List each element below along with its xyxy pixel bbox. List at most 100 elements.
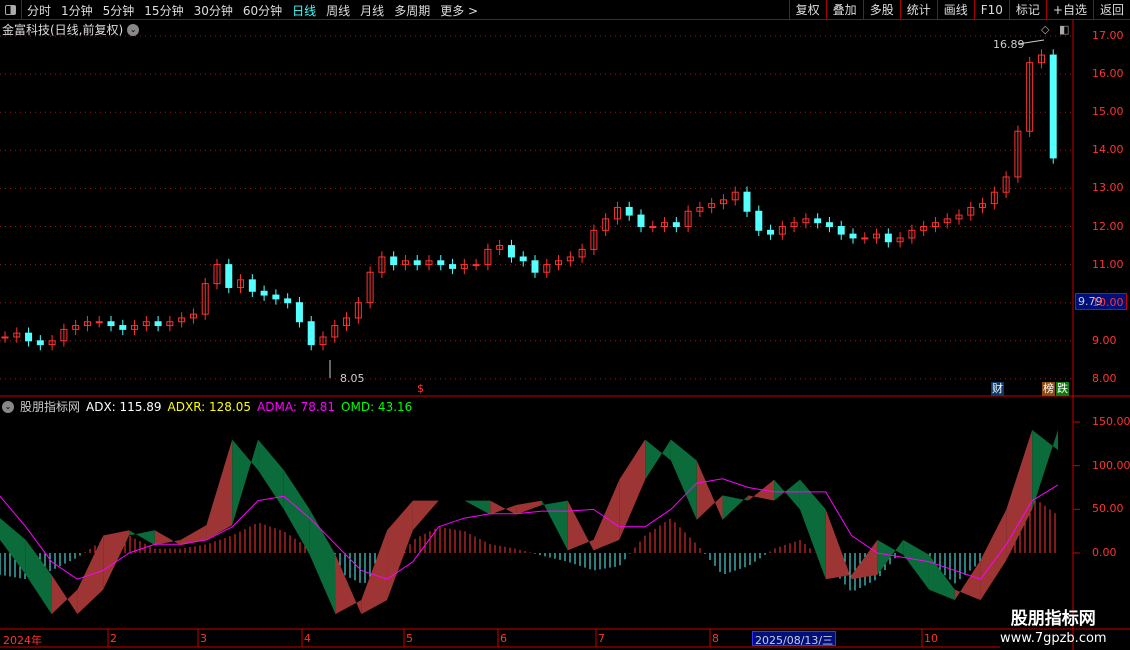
drop-tag[interactable]: 跌	[1056, 382, 1069, 396]
adx-band-segment	[696, 460, 723, 520]
time-axis-label: 5	[406, 632, 413, 645]
candle-down	[272, 294, 280, 300]
candle-down	[225, 264, 233, 288]
adma-value: ADMA: 78.81	[257, 399, 336, 414]
price-axis-label: 10.00	[1092, 295, 1124, 309]
adx-band-segment	[490, 500, 517, 515]
adx-band-segment	[412, 500, 439, 531]
adx-band-segment	[103, 530, 130, 590]
price-axis-label: 9.00	[1092, 333, 1117, 347]
crosshair-date: 2025/08/13/三	[752, 631, 837, 647]
adx-band-segment	[645, 439, 671, 480]
adx-band-segment	[154, 530, 181, 546]
price-axis-label: 15.00	[1092, 105, 1124, 119]
candle-down	[837, 226, 845, 235]
time-axis-label: 8	[712, 632, 719, 645]
chevron-down-icon[interactable]: ⌄	[2, 400, 14, 413]
adx-band-segment	[903, 539, 929, 590]
candle-up	[649, 226, 657, 228]
time-axis-label: 6	[500, 632, 507, 645]
indicator-axis-label: 100.00	[1092, 458, 1130, 472]
adx-band-segment	[206, 439, 233, 540]
price-axis-label: 12.00	[1092, 219, 1124, 233]
candle-down	[154, 321, 162, 327]
adx-band-segment	[774, 479, 800, 510]
time-axis-label: 7	[598, 632, 605, 645]
adx-band-segment	[799, 479, 826, 580]
finance-tag[interactable]: 财	[991, 382, 1004, 396]
adx-value: ADX: 115.89	[86, 399, 162, 414]
adx-band-segment	[980, 509, 1007, 601]
price-axis-label: 8.00	[1092, 371, 1117, 385]
candle-down	[437, 260, 445, 266]
candle-down	[743, 191, 751, 212]
indicator-axis-label: 50.00	[1092, 502, 1124, 516]
price-axis-label: 17.00	[1092, 29, 1124, 42]
event-marker[interactable]: $	[417, 382, 424, 395]
adx-band-segment	[335, 554, 362, 615]
price-axis-label: 14.00	[1092, 143, 1124, 157]
candle-down	[849, 233, 857, 239]
time-axis-label: 2	[110, 632, 117, 645]
adx-band-segment	[825, 509, 852, 580]
adx-band-segment	[232, 439, 259, 526]
adx-band-segment	[954, 559, 981, 601]
indicator-header: ⌄ 股朋指标网 ADX: 115.89 ADXR: 128.05 ADMA: 7…	[2, 398, 412, 415]
price-axis-label: 13.00	[1092, 181, 1124, 195]
adma-line	[0, 478, 1059, 580]
candle-down	[637, 214, 645, 228]
candle-up	[1, 336, 9, 339]
candle-down	[25, 332, 33, 342]
candle-down	[390, 256, 398, 266]
time-axis-label: 10	[924, 632, 938, 645]
time-axis-label: 3	[200, 632, 207, 645]
adx-band-segment	[0, 518, 26, 575]
adx-band-segment	[541, 500, 568, 551]
adx-band-segment	[309, 509, 336, 615]
candle-down	[507, 245, 515, 258]
adx-band-segment	[1006, 429, 1033, 560]
adx-band-segment	[670, 439, 697, 520]
chart-canvas[interactable]	[0, 0, 1130, 650]
candle-down	[767, 229, 775, 235]
candle-down	[307, 321, 315, 346]
adx-band-segment	[25, 539, 52, 615]
candle-down	[519, 256, 527, 262]
candle-down	[625, 206, 633, 216]
adx-band-segment	[928, 554, 955, 601]
candle-down	[825, 222, 833, 228]
adxr-value: ADXR: 128.05	[167, 399, 252, 414]
candle-up	[95, 321, 103, 324]
diamond-icon[interactable]: ◇	[1041, 23, 1049, 36]
candle-down	[119, 325, 127, 330]
panel-toggle-icon[interactable]: ◧	[1059, 23, 1069, 36]
time-axis-label: 2024年	[3, 634, 42, 647]
adx-band-segment	[129, 530, 155, 546]
indicator-axis-label: 0.00	[1092, 545, 1117, 559]
adx-band-segment	[567, 500, 594, 551]
watermark: 股朋指标网 www.7gpzb.com	[1000, 604, 1107, 646]
adx-band-segment	[464, 500, 491, 515]
candle-down	[413, 260, 421, 266]
adx-band-segment	[593, 479, 620, 551]
candle-down	[884, 233, 892, 243]
ranking-tag[interactable]: 榜	[1042, 382, 1055, 396]
candle-down	[36, 340, 44, 346]
indicator-name[interactable]: 股朋指标网	[20, 398, 80, 415]
adx-band-segment	[1032, 429, 1058, 510]
candle-down	[449, 264, 457, 269]
candle-up	[472, 264, 480, 267]
candle-down	[755, 210, 763, 231]
candle-down	[284, 298, 292, 304]
candle-down	[531, 260, 539, 273]
adx-band-segment	[619, 439, 646, 540]
watermark-title: 股朋指标网	[1010, 609, 1096, 629]
candle-down	[295, 302, 303, 323]
omd-value: OMD: 43.16	[341, 399, 413, 414]
candle-up	[861, 237, 869, 240]
time-axis-label: 4	[304, 632, 311, 645]
high-annotation: 16.89	[993, 38, 1025, 51]
watermark-url: www.7gpzb.com	[1000, 631, 1107, 646]
low-annotation: 8.05	[340, 372, 365, 385]
candle-down	[260, 290, 268, 296]
